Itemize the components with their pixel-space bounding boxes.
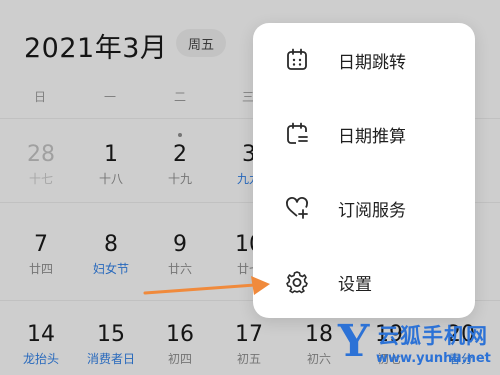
menu-item-label: 订阅服务: [338, 200, 406, 221]
orange-pointer-arrow: [143, 276, 270, 295]
watermark-name: 云狐手机网: [378, 324, 488, 348]
menu-item-date-jump[interactable]: 日期跳转: [253, 23, 475, 97]
watermark-url: www.yunhu.net: [376, 351, 491, 366]
watermark-logo: Y 云狐手机网 www.yunhu.net: [338, 316, 500, 375]
watermark-letter: Y: [338, 316, 370, 367]
menu-item-label: 设置: [338, 274, 372, 295]
menu-item-label: 日期跳转: [338, 52, 406, 73]
calendar-grid-icon: [287, 48, 307, 70]
popup-menu: 日期跳转 日期推算 订阅服务 设置: [253, 23, 475, 318]
menu-item-subscription[interactable]: 订阅服务: [253, 171, 475, 245]
calendar-calculate-icon: [287, 122, 308, 144]
menu-item-settings[interactable]: 设置: [253, 245, 475, 319]
menu-item-date-calc[interactable]: 日期推算: [253, 97, 475, 171]
heart-plus-icon: [286, 197, 308, 219]
menu-item-label: 日期推算: [338, 126, 406, 147]
gear-icon: [286, 271, 308, 294]
